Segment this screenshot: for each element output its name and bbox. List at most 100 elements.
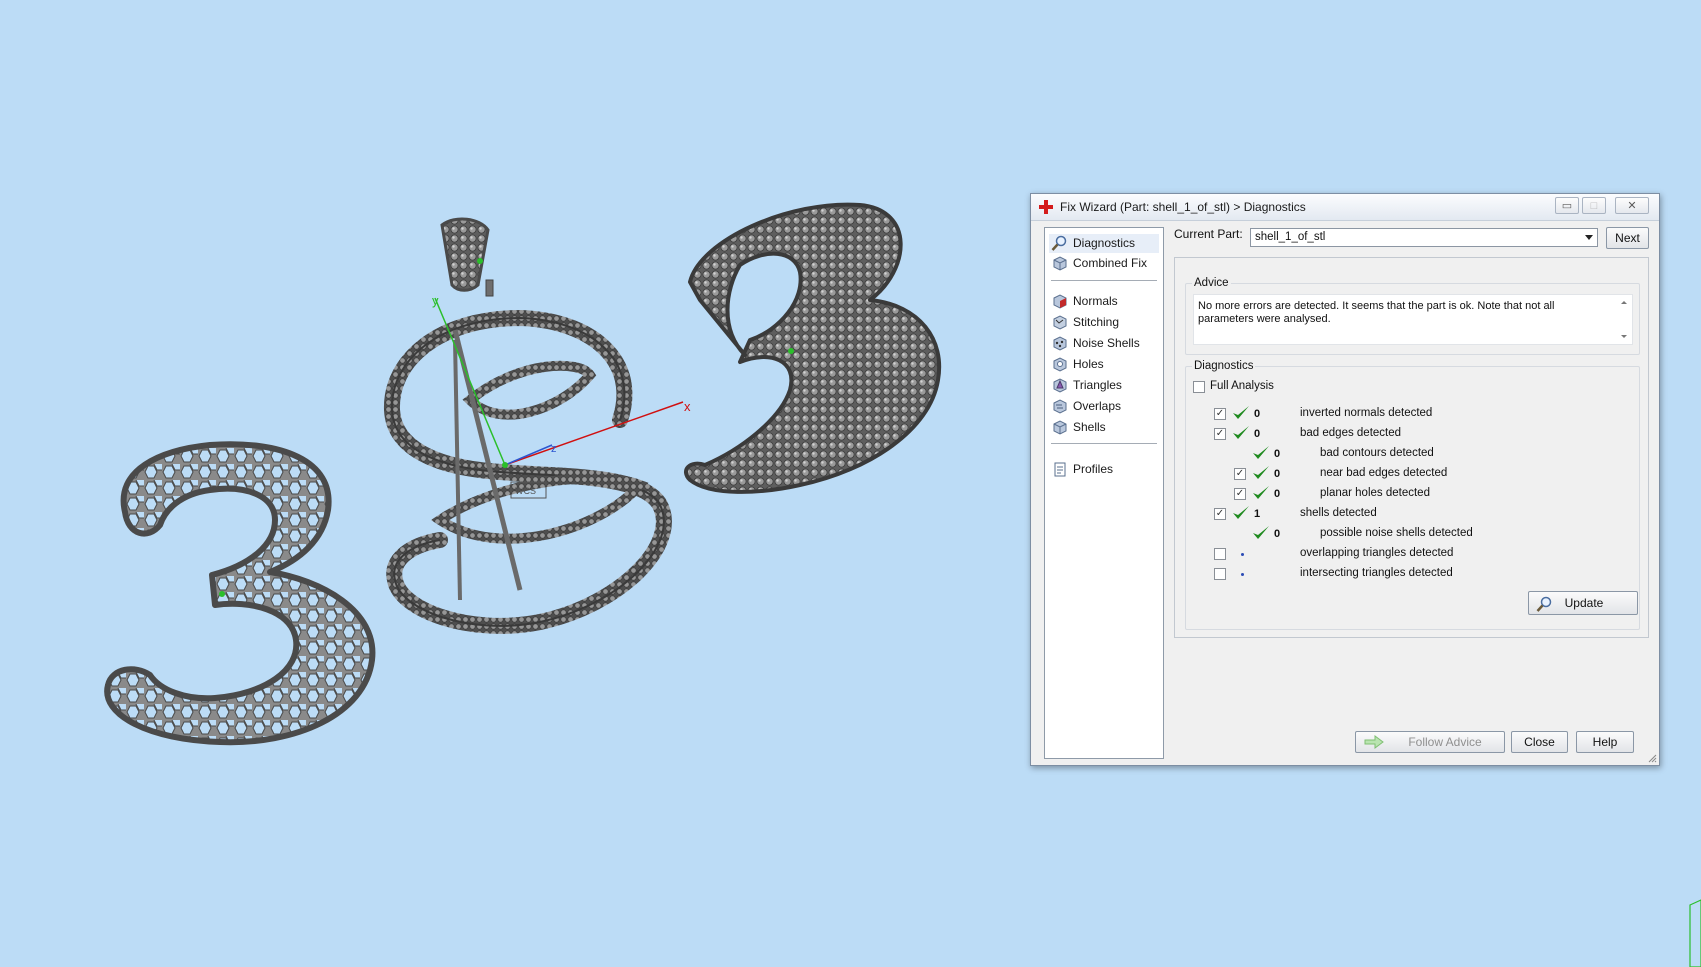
fix-wizard-nav: Diagnostics Combined Fix Normals Stitchi… (1044, 227, 1164, 759)
near-bad-edges-label: near bad edges detected (1320, 467, 1448, 479)
view-cube-corner[interactable] (1689, 899, 1701, 967)
nav-label: Normals (1073, 294, 1118, 308)
follow-advice-label: Follow Advice (1408, 735, 1482, 749)
advice-scrollbar[interactable] (1616, 295, 1632, 344)
diagnostics-group: Diagnostics Full Analysis ✓ 0 inverted n… (1185, 360, 1640, 630)
nav-label: Diagnostics (1073, 236, 1136, 250)
planar-holes-count: 0 (1274, 488, 1281, 500)
check-ok-icon (1253, 486, 1269, 499)
check-ok-icon (1253, 526, 1269, 539)
bad-contours-label: bad contours detected (1320, 447, 1434, 459)
shells-count: 1 (1254, 508, 1261, 520)
update-button[interactable]: Update (1528, 591, 1638, 615)
minimize-icon: ▭ (1561, 200, 1573, 212)
intersecting-triangles-label: intersecting triangles detected (1300, 567, 1453, 579)
nav-label: Shells (1073, 420, 1106, 434)
wcs-label: WCS (515, 486, 536, 496)
nav-separator (1051, 280, 1157, 281)
axis-x-label: x (684, 399, 691, 414)
check-ok-icon (1253, 466, 1269, 479)
close-icon: ✕ (1627, 200, 1637, 212)
nav-item-stitching[interactable]: Stitching (1049, 313, 1159, 332)
overlapping-triangles-label: overlapping triangles detected (1300, 547, 1454, 559)
inverted-normals-label: inverted normals detected (1300, 407, 1433, 419)
noise-shells-count: 0 (1274, 528, 1281, 540)
current-part-label: Current Part: (1174, 227, 1243, 241)
noise-shells-icon (1053, 336, 1067, 351)
title-bar[interactable]: Fix Wizard (Part: shell_1_of_stl) > Diag… (1031, 194, 1659, 221)
advice-title: Advice (1192, 277, 1231, 289)
inverted-normals-checkbox[interactable]: ✓ (1214, 408, 1226, 420)
nav-label: Overlaps (1073, 399, 1122, 413)
nav-label: Profiles (1073, 462, 1114, 476)
near-bad-edges-checkbox[interactable]: ✓ (1234, 468, 1246, 480)
pending-dot-icon (1241, 573, 1244, 576)
advice-text: No more errors are detected. It seems th… (1198, 300, 1555, 325)
next-button[interactable]: Next (1606, 227, 1649, 249)
nav-item-shells[interactable]: Shells (1049, 418, 1159, 437)
nav-label: Noise Shells (1073, 336, 1140, 350)
nav-label: Stitching (1073, 315, 1120, 329)
help-button[interactable]: Help (1576, 731, 1634, 753)
advice-textbox[interactable]: No more errors are detected. It seems th… (1193, 294, 1633, 345)
model-letter-3-honeycomb[interactable] (104, 441, 376, 746)
model-letter-s-frame[interactable]: y x z WCS (383, 217, 691, 634)
arrow-right-icon (1364, 735, 1384, 749)
check-ok-icon (1233, 506, 1249, 519)
follow-advice-button: Follow Advice (1355, 731, 1505, 753)
red-cross-icon (1039, 200, 1053, 214)
chevron-down-icon (1585, 235, 1593, 240)
intersecting-triangles-checkbox[interactable] (1214, 568, 1226, 580)
close-button[interactable]: Close (1511, 731, 1568, 753)
nav-label: Combined Fix (1073, 256, 1148, 270)
current-part-value: shell_1_of_stl (1255, 231, 1326, 243)
nav-label: Holes (1073, 357, 1104, 371)
nav-item-diagnostics[interactable]: Diagnostics (1049, 234, 1159, 253)
model-letter-b-pave[interactable] (684, 202, 942, 494)
normals-cube-icon (1053, 294, 1067, 309)
nav-item-profiles[interactable]: Profiles (1049, 460, 1159, 479)
bad-edges-checkbox[interactable]: ✓ (1214, 428, 1226, 440)
bad-contours-count: 0 (1274, 448, 1281, 460)
shells-icon (1053, 420, 1067, 435)
cube-icon (1053, 256, 1067, 271)
axis-y-label: y (432, 293, 439, 308)
nav-label: Triangles (1073, 378, 1122, 392)
planar-holes-label: planar holes detected (1320, 487, 1430, 499)
check-ok-icon (1233, 406, 1249, 419)
planar-holes-checkbox[interactable]: ✓ (1234, 488, 1246, 500)
magnifier-icon (1051, 235, 1067, 251)
full-analysis-label: Full Analysis (1210, 380, 1274, 392)
diagnostics-panel: Advice No more errors are detected. It s… (1174, 257, 1649, 638)
bad-edges-label: bad edges detected (1300, 427, 1402, 439)
nav-item-noise-shells[interactable]: Noise Shells (1049, 334, 1159, 353)
minimize-button[interactable]: ▭ (1555, 197, 1579, 214)
nav-item-combined-fix[interactable]: Combined Fix (1049, 254, 1159, 273)
shells-checkbox[interactable]: ✓ (1214, 508, 1226, 520)
near-bad-edges-count: 0 (1274, 468, 1281, 480)
dialog-title: Fix Wizard (Part: shell_1_of_stl) > Diag… (1060, 200, 1306, 214)
advice-group: Advice No more errors are detected. It s… (1185, 277, 1640, 355)
check-ok-icon (1233, 426, 1249, 439)
close-window-button[interactable]: ✕ (1615, 197, 1649, 214)
axis-z-label: z (551, 443, 557, 455)
nav-item-overlaps[interactable]: Overlaps (1049, 397, 1159, 416)
nav-item-triangles[interactable]: Triangles (1049, 376, 1159, 395)
nav-item-holes[interactable]: Holes (1049, 355, 1159, 374)
inverted-normals-count: 0 (1254, 408, 1261, 420)
check-ok-icon (1253, 446, 1269, 459)
bad-edges-count: 0 (1254, 428, 1261, 440)
stitching-icon (1053, 315, 1067, 330)
maximize-button: □ (1582, 197, 1606, 214)
nav-separator (1051, 443, 1157, 444)
diagnostics-title: Diagnostics (1192, 360, 1256, 372)
noise-shells-label: possible noise shells detected (1320, 527, 1473, 539)
current-part-select[interactable]: shell_1_of_stl (1250, 228, 1598, 247)
overlapping-triangles-checkbox[interactable] (1214, 548, 1226, 560)
fix-wizard-dialog: Fix Wizard (Part: shell_1_of_stl) > Diag… (1030, 193, 1660, 766)
nav-item-normals[interactable]: Normals (1049, 292, 1159, 311)
triangles-icon (1053, 378, 1067, 393)
full-analysis-checkbox[interactable] (1193, 381, 1205, 393)
pending-dot-icon (1241, 553, 1244, 556)
resize-grip-icon[interactable] (1647, 753, 1657, 763)
